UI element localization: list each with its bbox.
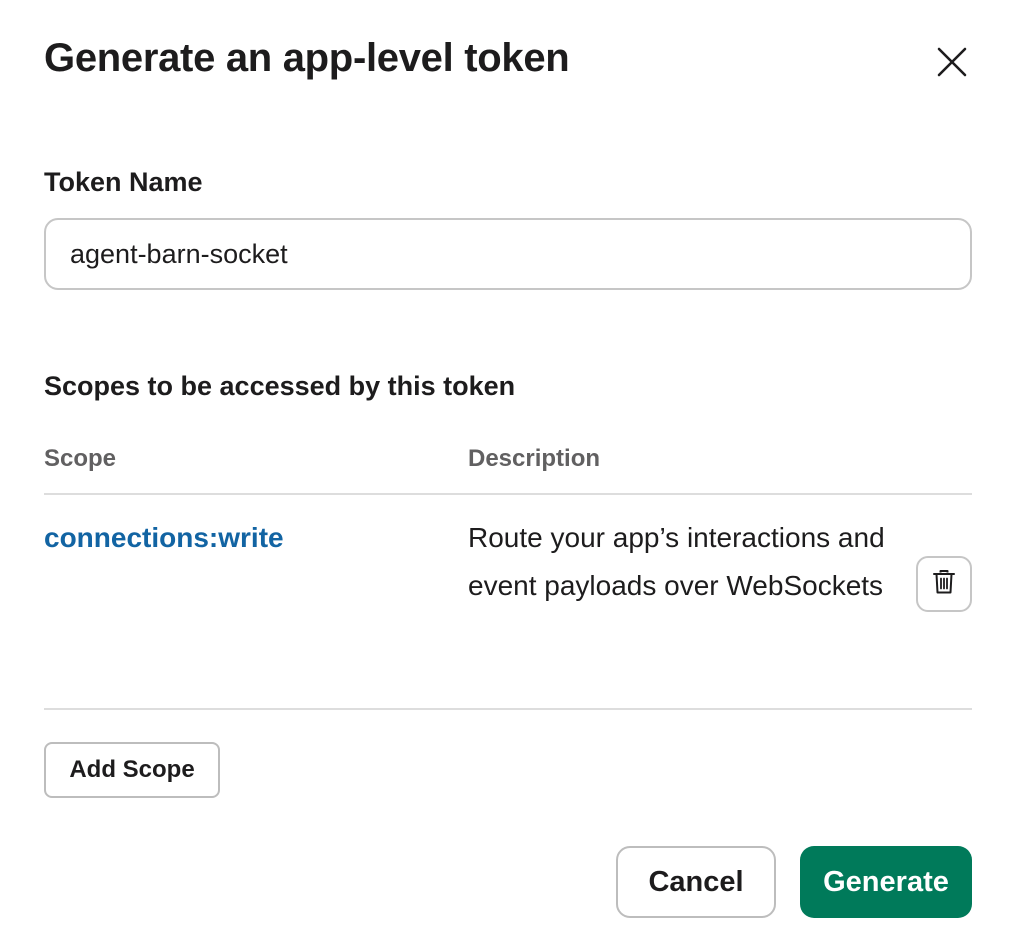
scope-column-header: Scope <box>44 445 117 472</box>
table-divider <box>44 708 972 710</box>
close-icon <box>937 47 967 77</box>
dialog-title: Generate an app-level token <box>44 36 570 80</box>
description-column-header: Description <box>468 445 601 472</box>
generate-token-dialog: Generate an app-level token Token Name S… <box>0 0 1016 942</box>
delete-scope-button[interactable] <box>916 556 972 612</box>
token-name-label: Token Name <box>44 167 203 197</box>
close-button[interactable] <box>922 32 982 92</box>
token-name-input[interactable] <box>44 218 972 290</box>
generate-button[interactable]: Generate <box>800 846 972 918</box>
table-divider <box>44 493 972 495</box>
cancel-button[interactable]: Cancel <box>616 846 776 918</box>
trash-icon <box>932 569 956 600</box>
scope-description: Route your app’s interactions and event … <box>468 522 885 601</box>
add-scope-button[interactable]: Add Scope <box>44 742 220 798</box>
scope-link[interactable]: connections:write <box>44 518 284 558</box>
scopes-heading: Scopes to be accessed by this token <box>44 371 516 401</box>
